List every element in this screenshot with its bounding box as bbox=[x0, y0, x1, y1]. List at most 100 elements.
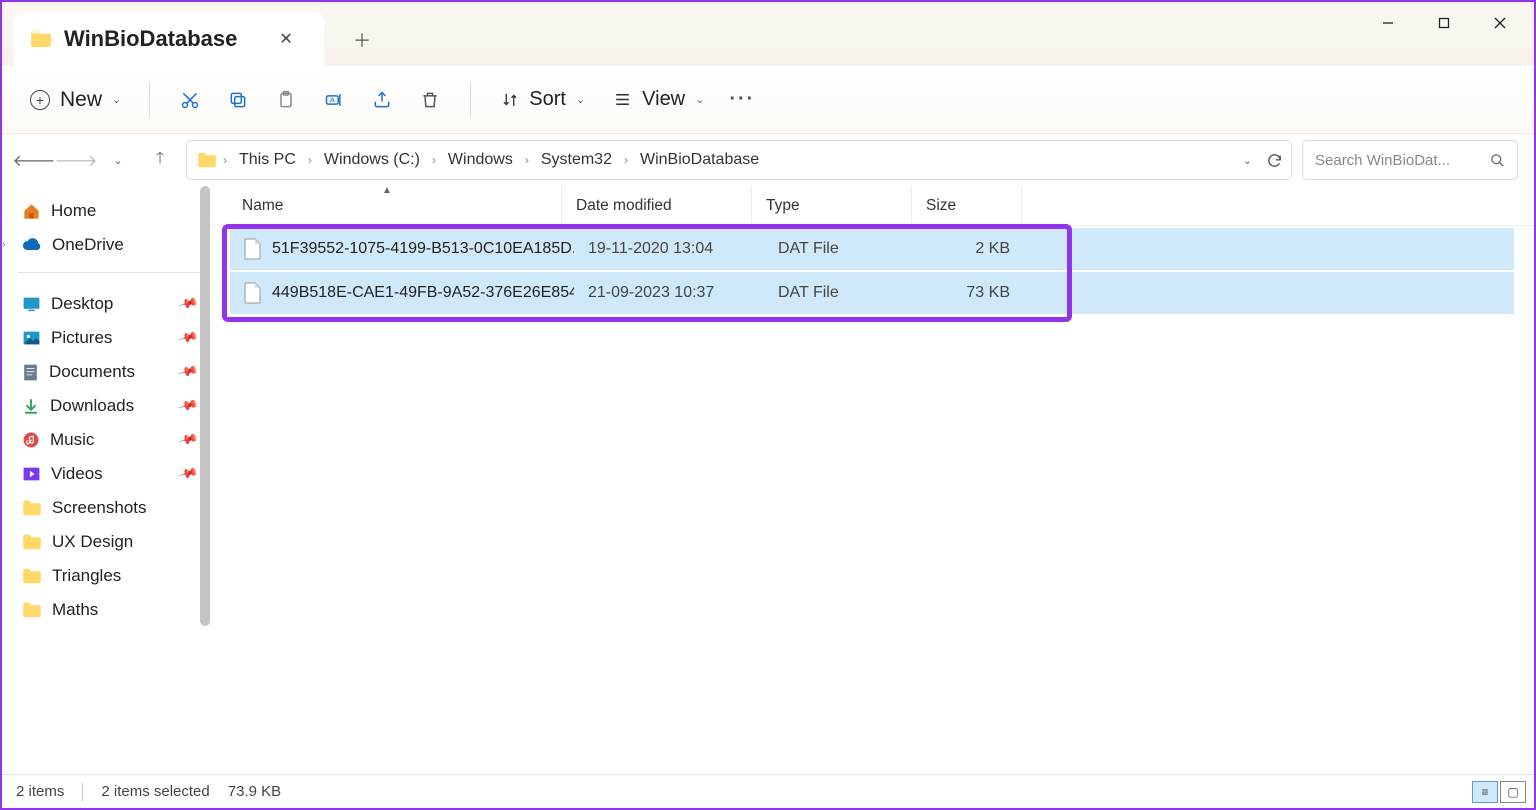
chevron-right-icon: › bbox=[221, 153, 229, 167]
pin-icon: 📌 bbox=[177, 395, 199, 417]
chevron-right-icon: › bbox=[430, 153, 438, 167]
chevron-down-icon: ⌄ bbox=[576, 93, 585, 106]
plus-circle-icon: + bbox=[30, 90, 50, 110]
main-area: Home › OneDrive Desktop📌 Pictures📌 Docum… bbox=[2, 186, 1534, 774]
cloud-icon bbox=[22, 238, 42, 252]
thumbnails-view-button[interactable]: ▢ bbox=[1500, 781, 1526, 803]
music-icon bbox=[22, 431, 40, 449]
documents-icon bbox=[22, 363, 39, 382]
sidebar: Home › OneDrive Desktop📌 Pictures📌 Docum… bbox=[2, 186, 212, 774]
separator bbox=[149, 82, 150, 118]
view-label: View bbox=[642, 88, 685, 111]
separator bbox=[82, 783, 83, 801]
sidebar-documents[interactable]: Documents📌 bbox=[14, 355, 206, 389]
videos-icon bbox=[22, 466, 41, 482]
chevron-right-icon: › bbox=[523, 153, 531, 167]
share-icon[interactable] bbox=[360, 78, 404, 122]
search-input[interactable]: Search WinBioDat... bbox=[1302, 140, 1518, 180]
pin-icon: 📌 bbox=[177, 361, 199, 383]
sidebar-folder-screenshots[interactable]: Screenshots bbox=[14, 491, 206, 525]
sort-asc-icon: ▲ bbox=[382, 185, 392, 196]
crumb-this-pc[interactable]: This PC bbox=[233, 148, 302, 172]
sidebar-videos[interactable]: Videos📌 bbox=[14, 457, 206, 491]
sidebar-folder-maths[interactable]: Maths bbox=[14, 593, 206, 627]
chevron-down-icon: ⌄ bbox=[695, 93, 704, 106]
toolbar: + New ⌄ A Sort ⌄ View ⌄ ··· bbox=[2, 66, 1534, 134]
crumb-system32[interactable]: System32 bbox=[535, 148, 618, 172]
view-button[interactable]: View ⌄ bbox=[601, 82, 716, 117]
file-icon bbox=[244, 282, 262, 304]
chevron-down-icon[interactable]: ⌄ bbox=[1243, 154, 1252, 167]
new-tab-button[interactable]: ＋ bbox=[342, 20, 382, 60]
pin-icon: 📌 bbox=[177, 429, 199, 451]
minimize-button[interactable] bbox=[1360, 2, 1416, 44]
status-count: 2 items bbox=[16, 783, 64, 800]
folder-icon bbox=[22, 500, 42, 516]
chevron-right-icon: › bbox=[2, 239, 6, 251]
maximize-button[interactable] bbox=[1416, 2, 1472, 44]
home-icon bbox=[22, 202, 41, 221]
sidebar-desktop[interactable]: Desktop📌 bbox=[14, 287, 206, 321]
separator bbox=[470, 82, 471, 118]
back-button[interactable]: 🡐 bbox=[18, 144, 50, 176]
new-button[interactable]: + New ⌄ bbox=[20, 82, 131, 118]
pin-icon: 📌 bbox=[177, 293, 199, 315]
folder-icon bbox=[197, 152, 217, 168]
more-button[interactable]: ··· bbox=[720, 78, 764, 122]
sidebar-scrollbar[interactable] bbox=[198, 186, 212, 774]
up-button[interactable]: 🡑 bbox=[144, 144, 176, 176]
file-icon bbox=[244, 238, 262, 260]
pictures-icon bbox=[22, 330, 41, 346]
status-size: 73.9 KB bbox=[228, 783, 281, 800]
sort-button[interactable]: Sort ⌄ bbox=[489, 82, 597, 117]
chevron-right-icon: › bbox=[306, 153, 314, 167]
sidebar-folder-triangles[interactable]: Triangles bbox=[14, 559, 206, 593]
sidebar-onedrive[interactable]: › OneDrive bbox=[14, 228, 206, 262]
folder-icon bbox=[22, 602, 42, 618]
pin-icon: 📌 bbox=[177, 463, 199, 485]
details-view-button[interactable]: ≡ bbox=[1472, 781, 1498, 803]
desktop-icon bbox=[22, 296, 41, 312]
sort-label: Sort bbox=[529, 88, 566, 111]
svg-text:A: A bbox=[330, 95, 335, 104]
crumb-current[interactable]: WinBioDatabase bbox=[634, 148, 765, 172]
sidebar-downloads[interactable]: Downloads📌 bbox=[14, 389, 206, 423]
crumb-drive[interactable]: Windows (C:) bbox=[318, 148, 426, 172]
tab-title: WinBioDatabase bbox=[64, 26, 237, 52]
file-row[interactable]: 51F39552-1075-4199-B513-0C10EA185D... 19… bbox=[230, 228, 1514, 270]
sidebar-folder-uxdesign[interactable]: UX Design bbox=[14, 525, 206, 559]
sidebar-home[interactable]: Home bbox=[14, 194, 206, 228]
col-name[interactable]: Name ▲ bbox=[212, 186, 562, 225]
cut-icon[interactable] bbox=[168, 78, 212, 122]
status-bar: 2 items 2 items selected 73.9 KB ≡ ▢ bbox=[2, 774, 1534, 808]
folder-icon bbox=[22, 568, 42, 584]
tab-close-icon[interactable]: ✕ bbox=[279, 29, 292, 49]
window-controls bbox=[1360, 2, 1528, 44]
search-placeholder: Search WinBioDat... bbox=[1315, 152, 1450, 169]
chevron-right-icon: › bbox=[622, 153, 630, 167]
sidebar-pictures[interactable]: Pictures📌 bbox=[14, 321, 206, 355]
file-row[interactable]: 449B518E-CAE1-49FB-9A52-376E26E854... 21… bbox=[230, 272, 1514, 314]
close-button[interactable] bbox=[1472, 2, 1528, 44]
tab-current[interactable]: WinBioDatabase ✕ bbox=[14, 12, 324, 66]
sidebar-music[interactable]: Music📌 bbox=[14, 423, 206, 457]
sort-icon bbox=[501, 91, 519, 109]
col-date[interactable]: Date modified bbox=[562, 186, 752, 225]
downloads-icon bbox=[22, 397, 40, 415]
col-size[interactable]: Size bbox=[912, 186, 1022, 225]
address-bar[interactable]: › This PC › Windows (C:) › Windows › Sys… bbox=[186, 140, 1292, 180]
paste-icon[interactable] bbox=[264, 78, 308, 122]
forward-button[interactable]: 🡒 bbox=[60, 144, 92, 176]
pin-icon: 📌 bbox=[177, 327, 199, 349]
file-list: Name ▲ Date modified Type Size 51F39552-… bbox=[212, 186, 1534, 774]
new-label: New bbox=[60, 88, 102, 112]
column-headers: Name ▲ Date modified Type Size bbox=[212, 186, 1534, 226]
status-selected: 2 items selected bbox=[101, 783, 209, 800]
crumb-windows[interactable]: Windows bbox=[442, 148, 519, 172]
refresh-icon[interactable] bbox=[1266, 152, 1283, 169]
copy-icon[interactable] bbox=[216, 78, 260, 122]
rename-icon[interactable]: A bbox=[312, 78, 356, 122]
col-type[interactable]: Type bbox=[752, 186, 912, 225]
delete-icon[interactable] bbox=[408, 78, 452, 122]
recent-chevron[interactable]: ⌄ bbox=[102, 144, 134, 176]
